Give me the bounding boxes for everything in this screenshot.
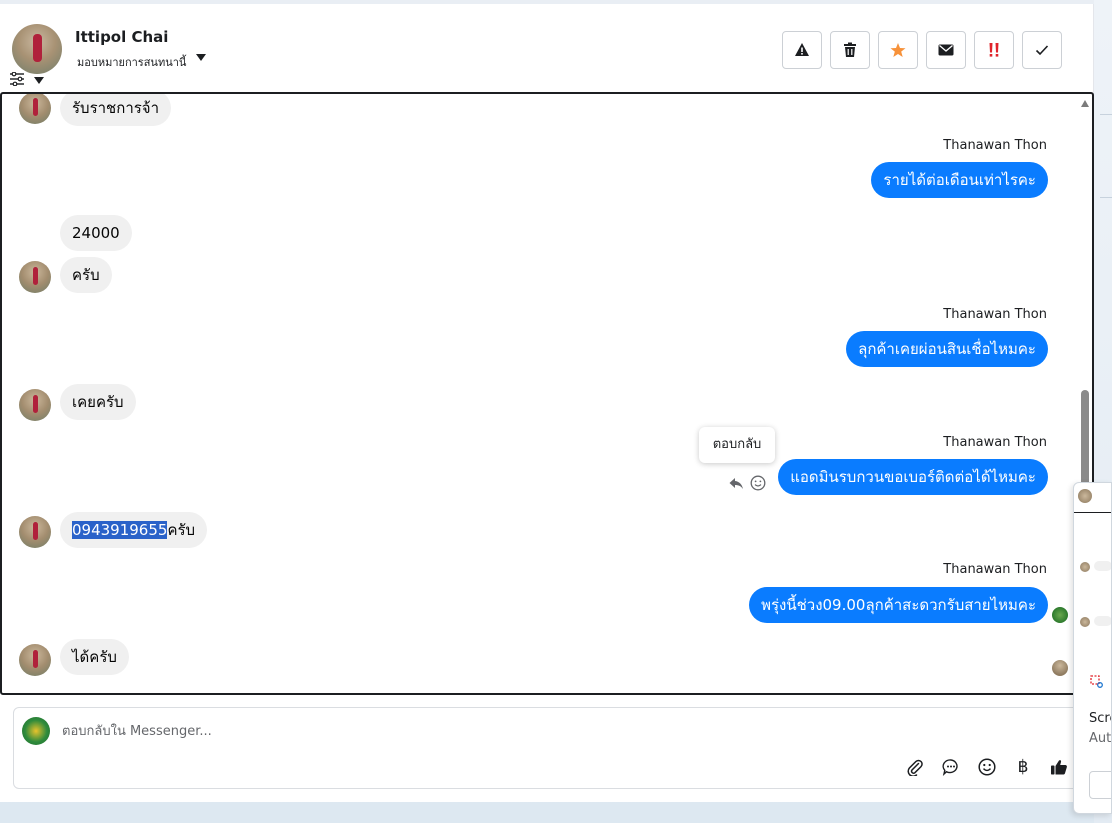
contact-avatar[interactable] <box>12 24 62 74</box>
paperclip-icon <box>907 759 923 776</box>
message-composer: ฿ <box>13 707 1083 789</box>
incoming-message[interactable]: ครับ <box>60 257 112 293</box>
emoji-button[interactable] <box>976 756 998 778</box>
composer-tools: ฿ <box>904 756 1070 778</box>
mini-bubble <box>1094 561 1111 571</box>
mini-avatar <box>1080 562 1090 572</box>
divider <box>1100 197 1112 198</box>
incoming-message[interactable]: 0943919655ครับ <box>60 512 208 548</box>
sender-name: Thanawan Thon <box>943 562 1047 577</box>
mini-avatar <box>1080 617 1090 627</box>
sender-name: Thanawan Thon <box>943 435 1047 450</box>
incoming-message[interactable]: รับราชการจ้า <box>60 94 172 126</box>
conversation-panel: Ittipol Chai มอบหมายการสนทนานี้ รับราชกา… <box>0 4 1094 802</box>
mini-chat-window[interactable]: Scre Auto <box>1073 482 1112 814</box>
important-button[interactable] <box>974 31 1014 69</box>
warning-icon <box>795 43 809 56</box>
emoji-icon <box>978 758 996 776</box>
chat-bubble-icon <box>942 759 958 776</box>
outgoing-message[interactable]: แอดมินรบกวนขอเบอร์ติดต่อได้ไหมคะ <box>778 459 1048 495</box>
contact-avatar <box>19 516 51 548</box>
chevron-down-icon[interactable] <box>34 77 44 84</box>
reply-tooltip: ตอบกลับ <box>699 427 775 463</box>
message-text: ครับ <box>167 521 196 539</box>
sender-name: Thanawan Thon <box>943 307 1047 322</box>
contact-avatar <box>19 644 51 676</box>
incoming-message[interactable]: ได้ครับ <box>60 639 129 675</box>
assign-conversation-label[interactable]: มอบหมายการสนทนานี้ <box>77 53 186 71</box>
message-input[interactable] <box>62 720 962 742</box>
chevron-down-icon[interactable] <box>196 54 206 61</box>
selected-text: 0943919655 <box>72 521 168 539</box>
message-thread[interactable]: รับราชการจ้า Thanawan Thon รายได้ต่อเดือ… <box>0 92 1094 695</box>
mini-avatar <box>1078 489 1092 503</box>
incoming-message[interactable]: เคยครับ <box>60 384 136 420</box>
snipping-tool-icon <box>1090 675 1103 688</box>
mail-button[interactable] <box>926 31 966 69</box>
scrollbar-thumb[interactable] <box>1081 390 1089 486</box>
outgoing-message[interactable]: รายได้ต่อเดือนเท่าไรคะ <box>871 162 1048 198</box>
contact-avatar <box>19 389 51 421</box>
thumbs-up-icon <box>1051 760 1067 775</box>
star-button[interactable] <box>878 31 918 69</box>
double-exclamation-icon <box>989 43 999 57</box>
baht-icon: ฿ <box>1017 757 1029 777</box>
star-icon <box>890 43 906 57</box>
incoming-message[interactable]: 24000 <box>60 215 132 251</box>
notification-button[interactable] <box>1089 771 1111 799</box>
conversation-header: Ittipol Chai มอบหมายการสนทนานี้ <box>0 4 1094 92</box>
filter-sliders-icon[interactable] <box>9 72 25 86</box>
outgoing-message[interactable]: พรุ่งนี้ช่วง09.00ลุกค้าสะดวกรับสายไหมคะ <box>749 587 1048 623</box>
sender-name: Thanawan Thon <box>943 138 1047 153</box>
contact-avatar <box>19 94 51 124</box>
seen-avatar <box>1052 660 1068 676</box>
message-actions <box>728 475 766 491</box>
saved-replies-button[interactable] <box>940 756 962 778</box>
envelope-icon <box>938 44 954 56</box>
notification-subtitle: Auto <box>1089 731 1112 746</box>
emoji-icon[interactable] <box>750 475 766 491</box>
delete-button[interactable] <box>830 31 870 69</box>
mini-bubble <box>1094 616 1111 626</box>
header-actions <box>782 31 1062 69</box>
notification-title: Scre <box>1089 711 1111 726</box>
seen-avatar <box>1052 607 1068 623</box>
payment-button[interactable]: ฿ <box>1012 756 1034 778</box>
attach-button[interactable] <box>904 756 926 778</box>
done-button[interactable] <box>1022 31 1062 69</box>
outgoing-message[interactable]: ลุกค้าเคยผ่อนสินเชื่อไหมคะ <box>846 331 1048 367</box>
scroll-up-arrow-icon[interactable] <box>1081 100 1089 107</box>
contact-avatar <box>19 261 51 293</box>
contact-name[interactable]: Ittipol Chai <box>75 28 168 46</box>
mini-window-header <box>1074 483 1111 513</box>
report-button[interactable] <box>782 31 822 69</box>
reply-icon[interactable] <box>728 475 744 491</box>
like-button[interactable] <box>1048 756 1070 778</box>
trash-icon <box>844 42 856 57</box>
check-icon <box>1035 45 1049 56</box>
page-avatar <box>22 717 50 745</box>
divider <box>1100 114 1112 115</box>
